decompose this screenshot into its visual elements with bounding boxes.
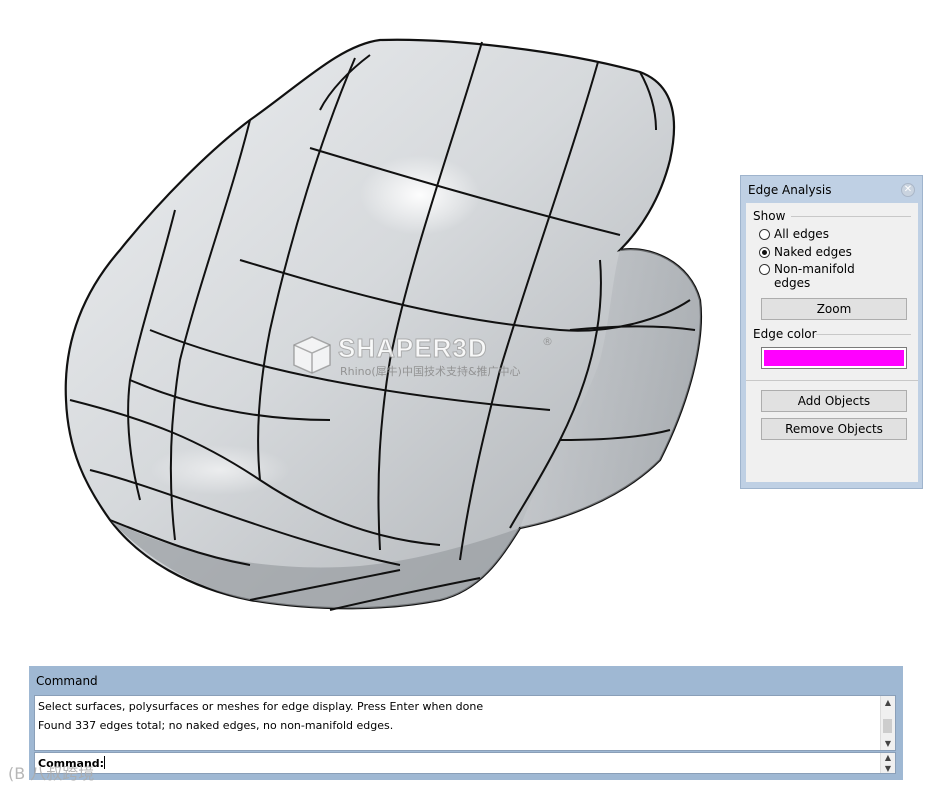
actions-divider (746, 380, 918, 381)
option-naked-edges[interactable]: Naked edges (759, 245, 852, 259)
history-line: Select surfaces, polysurfaces or meshes … (38, 700, 484, 713)
panel-body: Show All edges Naked edges Non-manifold … (746, 203, 918, 482)
command-title: Command (36, 674, 98, 688)
command-input[interactable]: Command: ▲ ▼ (34, 752, 896, 774)
option-non-manifold[interactable]: Non-manifold edges (759, 262, 855, 290)
radio-non-manifold[interactable] (759, 264, 770, 275)
option-all-edges-label: All edges (774, 227, 829, 241)
text-caret (104, 756, 105, 769)
command-panel: Command Select surfaces, polysurfaces or… (29, 666, 903, 780)
chevron-down-icon[interactable]: ▼ (881, 764, 895, 773)
show-divider (791, 216, 911, 217)
option-all-edges[interactable]: All edges (759, 227, 829, 241)
viewport-3d[interactable]: SHAPER3D ® Rhino(犀牛)中国技术支持&推广中心 (0, 0, 740, 650)
chevron-up-icon[interactable]: ▲ (881, 753, 895, 762)
history-line: Found 337 edges total; no naked edges, n… (38, 719, 394, 732)
add-objects-button[interactable]: Add Objects (761, 390, 907, 412)
remove-objects-button[interactable]: Remove Objects (761, 418, 907, 440)
edge-color-fill (764, 350, 904, 366)
close-icon[interactable]: ✕ (901, 183, 915, 197)
show-label: Show (753, 209, 786, 223)
option-non-manifold-label-2: edges (774, 276, 811, 290)
chevron-down-icon[interactable]: ▼ (881, 739, 895, 748)
edge-color-divider (816, 334, 911, 335)
zoom-button[interactable]: Zoom (761, 298, 907, 320)
edge-analysis-panel: Edge Analysis ✕ Show All edges Naked edg… (740, 175, 923, 489)
option-non-manifold-label: Non-manifold (774, 262, 855, 276)
radio-all-edges[interactable] (759, 229, 770, 240)
input-spinner[interactable]: ▲ ▼ (880, 753, 895, 773)
history-scrollbar[interactable]: ▲ ▼ (880, 696, 895, 750)
option-naked-edges-label: Naked edges (774, 245, 852, 259)
panel-title: Edge Analysis (748, 183, 832, 197)
edge-color-swatch[interactable] (761, 347, 907, 369)
scroll-thumb[interactable] (883, 719, 892, 733)
corner-watermark: (B 八叔跨境 (8, 764, 95, 783)
command-history[interactable]: Select surfaces, polysurfaces or meshes … (34, 695, 896, 751)
surface-model[interactable] (0, 0, 740, 650)
radio-naked-edges[interactable] (759, 247, 770, 258)
edge-color-label: Edge color (753, 327, 817, 341)
chevron-up-icon[interactable]: ▲ (881, 698, 895, 707)
